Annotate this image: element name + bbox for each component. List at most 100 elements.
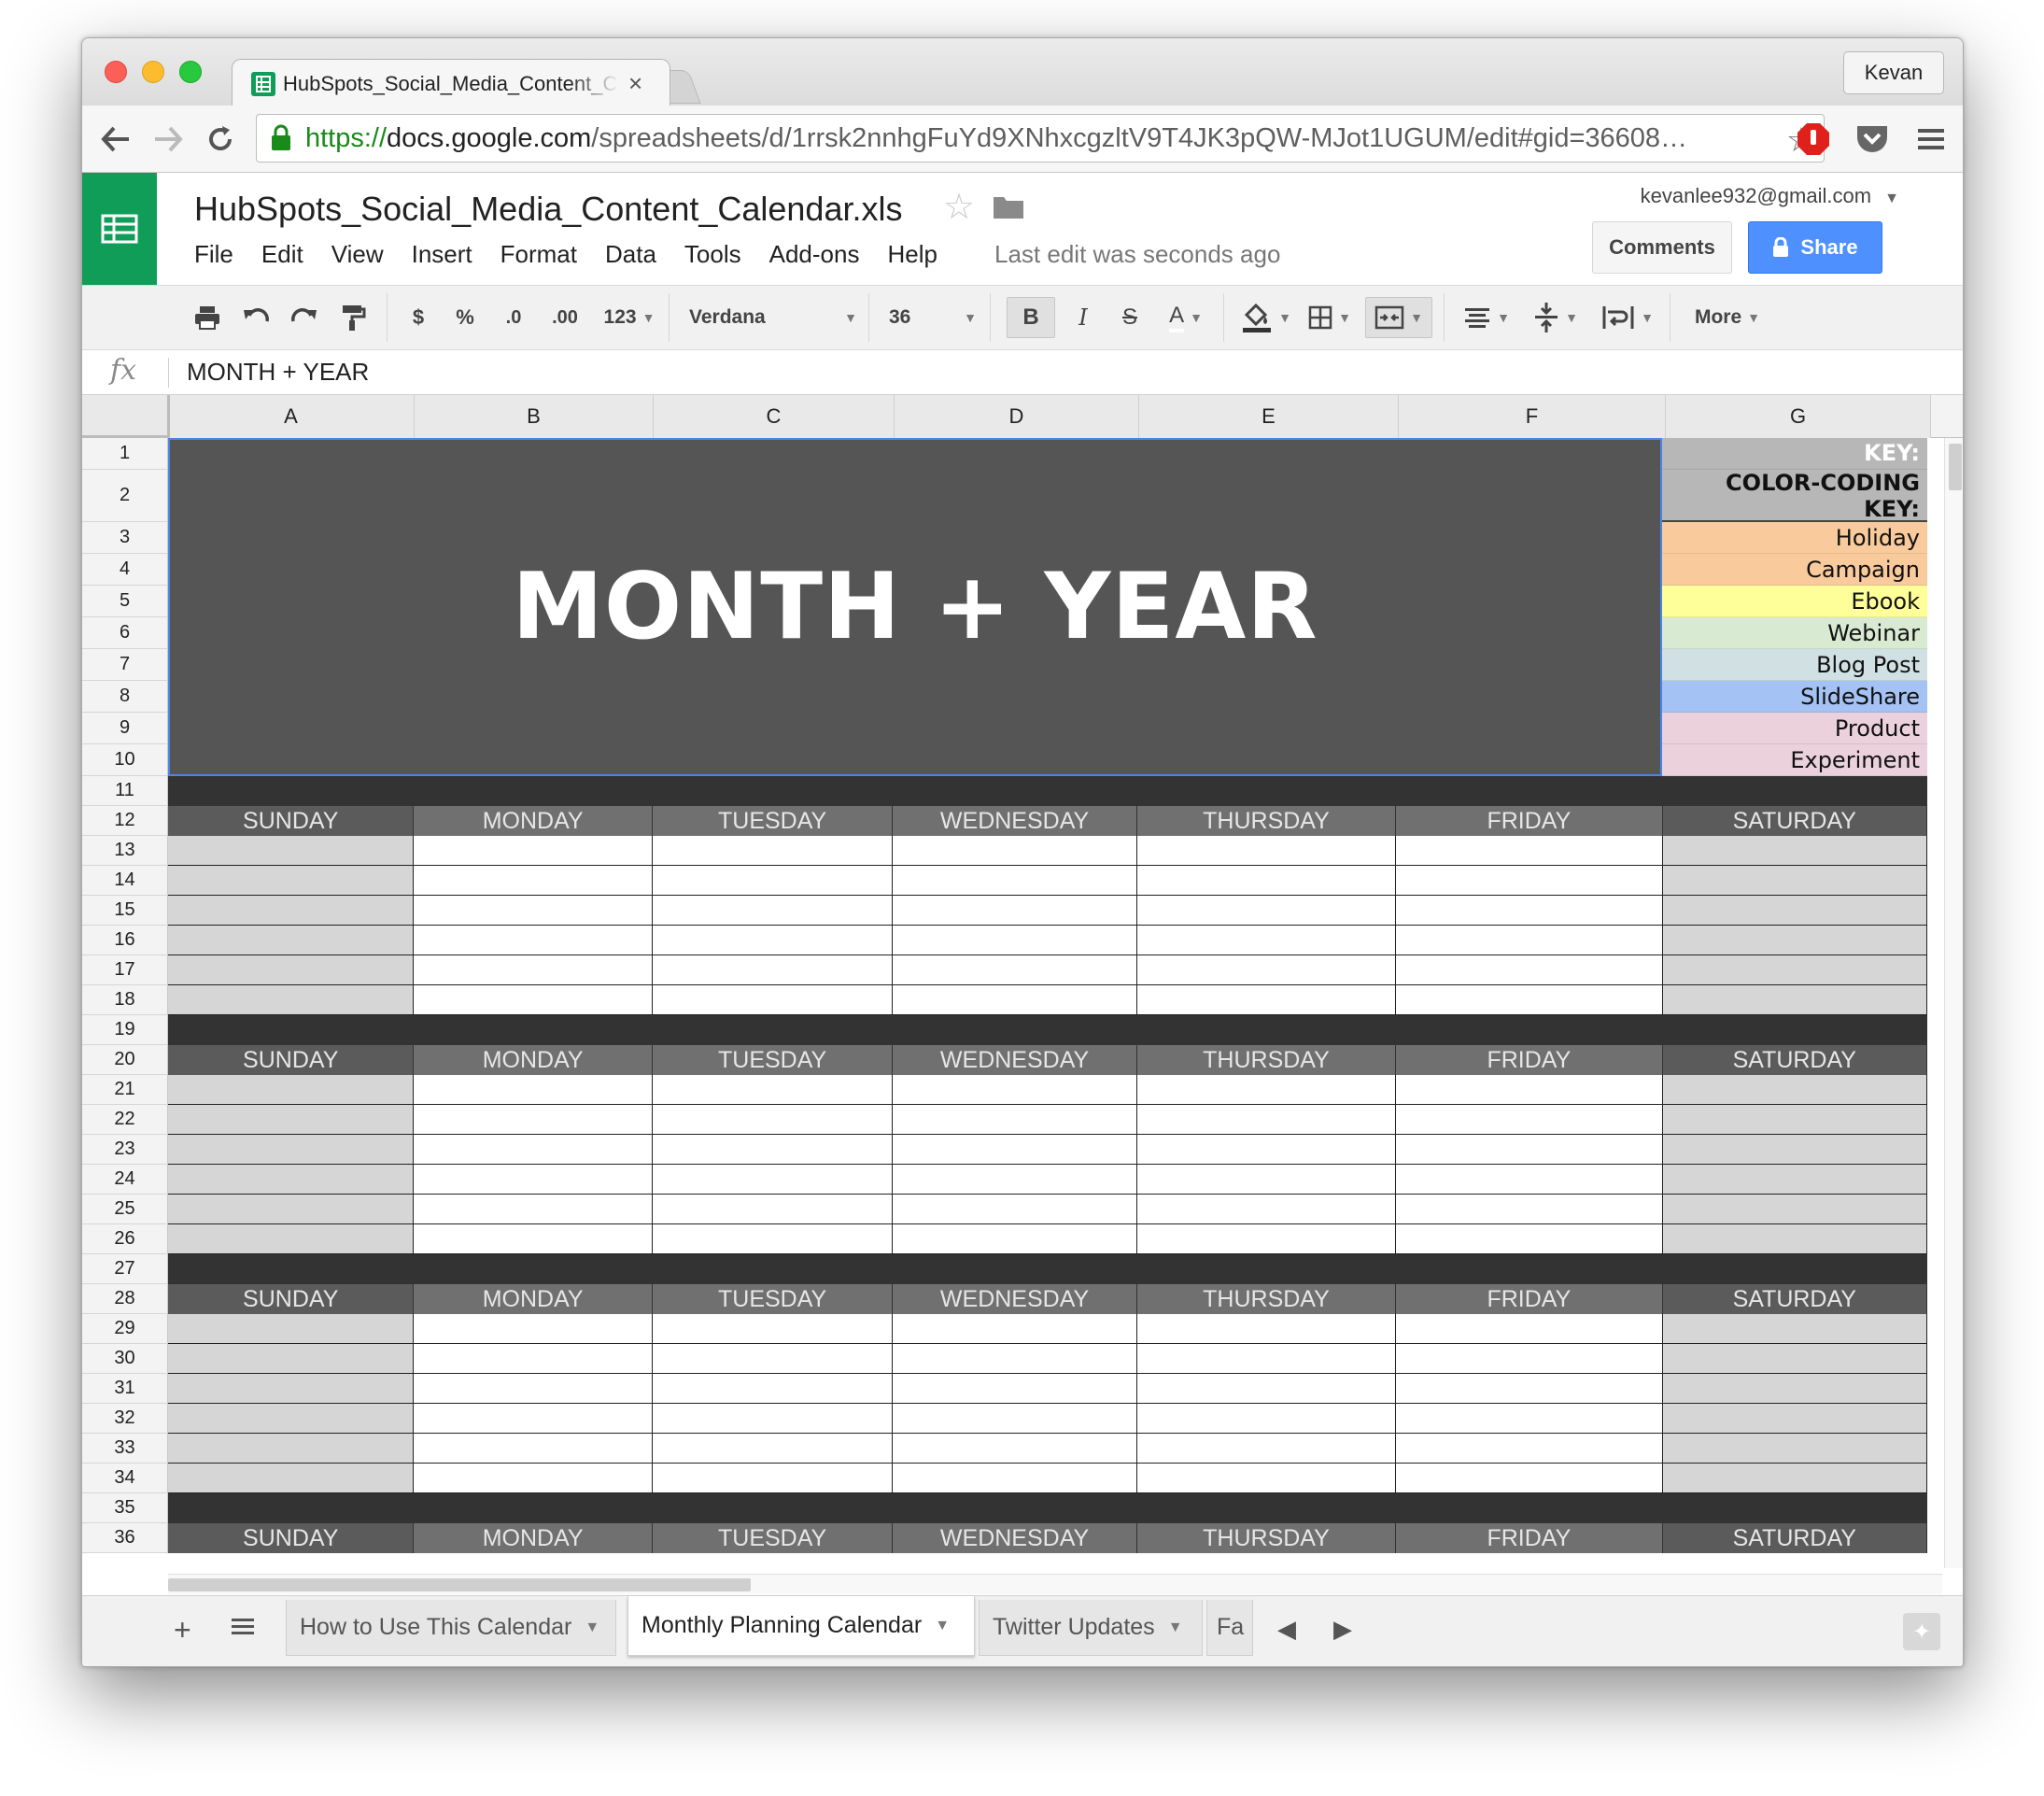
calendar-cell[interactable] <box>1662 896 1927 926</box>
currency-format-button[interactable]: $ <box>400 297 437 338</box>
calendar-cell[interactable] <box>1136 836 1397 866</box>
day-header-tuesday[interactable]: TUESDAY <box>652 1523 894 1553</box>
row-header-19[interactable]: 19 <box>82 1015 168 1045</box>
calendar-cell[interactable] <box>1396 866 1663 896</box>
calendar-cell[interactable] <box>893 836 1137 866</box>
day-header-wednesday[interactable]: WEDNESDAY <box>893 1045 1137 1075</box>
row-header-5[interactable]: 5 <box>82 586 168 617</box>
calendar-cell[interactable] <box>414 1075 653 1105</box>
calendar-cell[interactable] <box>893 1374 1137 1404</box>
row-header-4[interactable]: 4 <box>82 554 168 586</box>
calendar-cell[interactable] <box>1662 1195 1927 1224</box>
calendar-cell[interactable] <box>652 1314 894 1344</box>
horizontal-scrollbar[interactable] <box>168 1574 1942 1594</box>
sheet-tab-twitter-updates[interactable]: Twitter Updates ▼ <box>979 1600 1203 1656</box>
calendar-cell[interactable] <box>1396 1224 1663 1254</box>
formula-input[interactable]: MONTH + YEAR <box>187 358 369 387</box>
calendar-cell[interactable] <box>1662 1165 1927 1195</box>
row-header-20[interactable]: 20 <box>82 1045 168 1075</box>
calendar-cell[interactable] <box>652 1075 894 1105</box>
title-merged-cell[interactable]: MONTH + YEAR <box>168 438 1662 776</box>
calendar-cell[interactable] <box>1136 1224 1397 1254</box>
day-header-thursday[interactable]: THURSDAY <box>1136 1045 1397 1075</box>
calendar-cell[interactable] <box>1396 1404 1663 1434</box>
calendar-cell[interactable] <box>168 985 415 1015</box>
day-header-monday[interactable]: MONDAY <box>414 1523 653 1553</box>
calendar-cell[interactable] <box>1662 1404 1927 1434</box>
scroll-tabs-right-icon[interactable]: ▶ <box>1333 1615 1352 1644</box>
calendar-cell[interactable] <box>1396 836 1663 866</box>
day-header-thursday[interactable]: THURSDAY <box>1136 806 1397 836</box>
calendar-cell[interactable] <box>168 1195 415 1224</box>
calendar-cell[interactable] <box>1662 1135 1927 1165</box>
row-header-16[interactable]: 16 <box>82 926 168 955</box>
calendar-cell[interactable] <box>1396 1464 1663 1493</box>
day-header-friday[interactable]: FRIDAY <box>1396 1045 1663 1075</box>
row-header-28[interactable]: 28 <box>82 1284 168 1314</box>
calendar-cell[interactable] <box>414 1344 653 1374</box>
key-item-ebook[interactable]: Ebook <box>1662 586 1927 617</box>
calendar-cell[interactable] <box>1136 1135 1397 1165</box>
sheet-tab-truncated[interactable]: Fa <box>1206 1600 1253 1656</box>
redo-icon[interactable] <box>284 297 325 338</box>
calendar-cell[interactable] <box>1136 1195 1397 1224</box>
row-header-14[interactable]: 14 <box>82 866 168 896</box>
calendar-cell[interactable] <box>1396 1374 1663 1404</box>
calendar-cell[interactable] <box>652 1344 894 1374</box>
calendar-cell[interactable] <box>1136 926 1397 955</box>
horizontal-scroll-thumb[interactable] <box>168 1578 751 1591</box>
italic-button[interactable]: I <box>1063 297 1104 338</box>
calendar-cell[interactable] <box>168 1434 415 1464</box>
day-header-sunday[interactable]: SUNDAY <box>168 1284 415 1314</box>
row-header-9[interactable]: 9 <box>82 713 168 744</box>
day-header-saturday[interactable]: SATURDAY <box>1662 1523 1927 1553</box>
borders-icon[interactable]: ▼ <box>1302 297 1358 338</box>
row-header-24[interactable]: 24 <box>82 1165 168 1195</box>
row-header-26[interactable]: 26 <box>82 1224 168 1254</box>
calendar-cell[interactable] <box>893 1344 1137 1374</box>
week-separator-row[interactable] <box>168 1493 1927 1523</box>
calendar-cell[interactable] <box>1396 985 1663 1015</box>
calendar-cell[interactable] <box>1396 1135 1663 1165</box>
calendar-cell[interactable] <box>168 1404 415 1434</box>
calendar-cell[interactable] <box>893 1195 1137 1224</box>
explore-icon[interactable]: ✦ <box>1903 1613 1940 1650</box>
calendar-cell[interactable] <box>414 1404 653 1434</box>
calendar-cell[interactable] <box>414 866 653 896</box>
calendar-cell[interactable] <box>414 1105 653 1135</box>
calendar-cell[interactable] <box>1396 955 1663 985</box>
column-header-a[interactable]: A <box>168 395 415 438</box>
calendar-cell[interactable] <box>652 866 894 896</box>
day-header-wednesday[interactable]: WEDNESDAY <box>893 1523 1137 1553</box>
row-header-36[interactable]: 36 <box>82 1523 168 1553</box>
document-title[interactable]: HubSpots_Social_Media_Content_Calendar.x… <box>194 190 902 229</box>
calendar-cell[interactable] <box>652 926 894 955</box>
calendar-cell[interactable] <box>1136 1165 1397 1195</box>
calendar-cell[interactable] <box>168 1374 415 1404</box>
key-item-campaign[interactable]: Campaign <box>1662 554 1927 586</box>
row-header-10[interactable]: 10 <box>82 744 168 776</box>
row-header-29[interactable]: 29 <box>82 1314 168 1344</box>
day-header-friday[interactable]: FRIDAY <box>1396 1284 1663 1314</box>
calendar-cell[interactable] <box>652 1434 894 1464</box>
column-header-g[interactable]: G <box>1666 395 1931 438</box>
menu-data[interactable]: Data <box>605 240 656 269</box>
row-header-1[interactable]: 1 <box>82 438 168 470</box>
menu-file[interactable]: File <box>194 240 233 269</box>
calendar-cell[interactable] <box>652 1464 894 1493</box>
calendar-cell[interactable] <box>893 896 1137 926</box>
vertical-scrollbar[interactable] <box>1944 438 1963 1568</box>
column-header-f[interactable]: F <box>1399 395 1666 438</box>
calendar-cell[interactable] <box>414 955 653 985</box>
font-family-dropdown[interactable]: Verdana ▼ <box>680 297 867 338</box>
calendar-cell[interactable] <box>893 955 1137 985</box>
key-item-experiment[interactable]: Experiment <box>1662 744 1927 776</box>
select-all-corner[interactable] <box>82 395 170 438</box>
key-item-product[interactable]: Product <box>1662 713 1927 744</box>
calendar-cell[interactable] <box>414 1374 653 1404</box>
day-header-friday[interactable]: FRIDAY <box>1396 806 1663 836</box>
pocket-extension-icon[interactable] <box>1852 119 1893 160</box>
calendar-cell[interactable] <box>893 926 1137 955</box>
vertical-scroll-thumb[interactable] <box>1949 444 1962 490</box>
font-size-dropdown[interactable]: 36 ▼ <box>881 297 984 338</box>
